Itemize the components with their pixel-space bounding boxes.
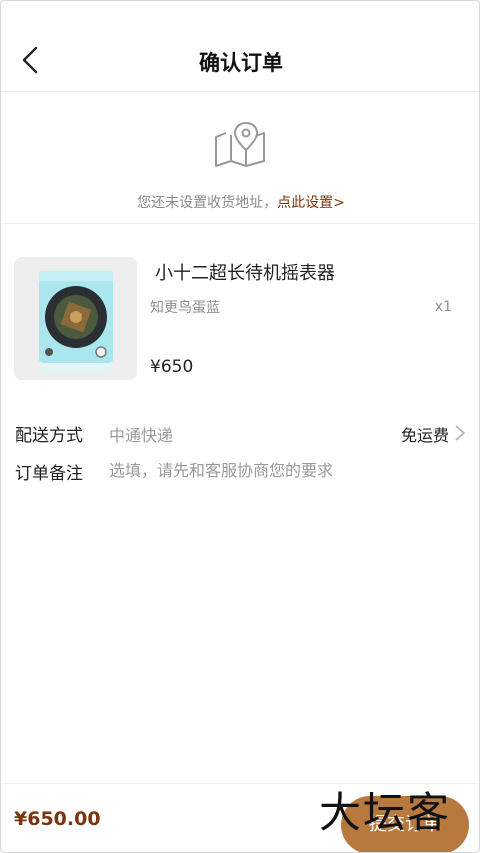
map-pin-icon [212, 121, 268, 169]
chevron-right-icon[interactable] [454, 424, 466, 442]
watermark: 大坛客 [319, 788, 452, 837]
product-variant: 知更鸟蛋蓝 [150, 300, 220, 316]
remark-label: 订单备注 [15, 464, 83, 484]
set-address-link[interactable]: 点此设置> [277, 195, 345, 211]
app-screen: 确认订单 您还未设置收货地址，点此设置> 小十二超长待机摇表器 知更鸟蛋蓝 x1… [0, 0, 480, 853]
shipping-label: 配送方式 [15, 426, 83, 446]
address-hint-line: 您还未设置收货地址，点此设置> [1, 192, 479, 212]
page-title: 确认订单 [199, 51, 283, 75]
total-price: ¥650.00 [14, 808, 101, 830]
address-hint: 您还未设置收货地址， [137, 195, 278, 211]
product-name: 小十二超长待机摇表器 [155, 263, 335, 284]
product-price: ¥650 [150, 357, 194, 377]
remark-input[interactable] [109, 457, 459, 483]
shipping-method: 中通快递 [109, 426, 174, 445]
product-quantity: x1 [434, 299, 452, 315]
product-image [14, 257, 137, 380]
address-section[interactable]: 您还未设置收货地址，点此设置> [1, 93, 479, 224]
header: 确认订单 [1, 1, 479, 92]
shipping-fee[interactable]: 免运费 [401, 422, 449, 446]
